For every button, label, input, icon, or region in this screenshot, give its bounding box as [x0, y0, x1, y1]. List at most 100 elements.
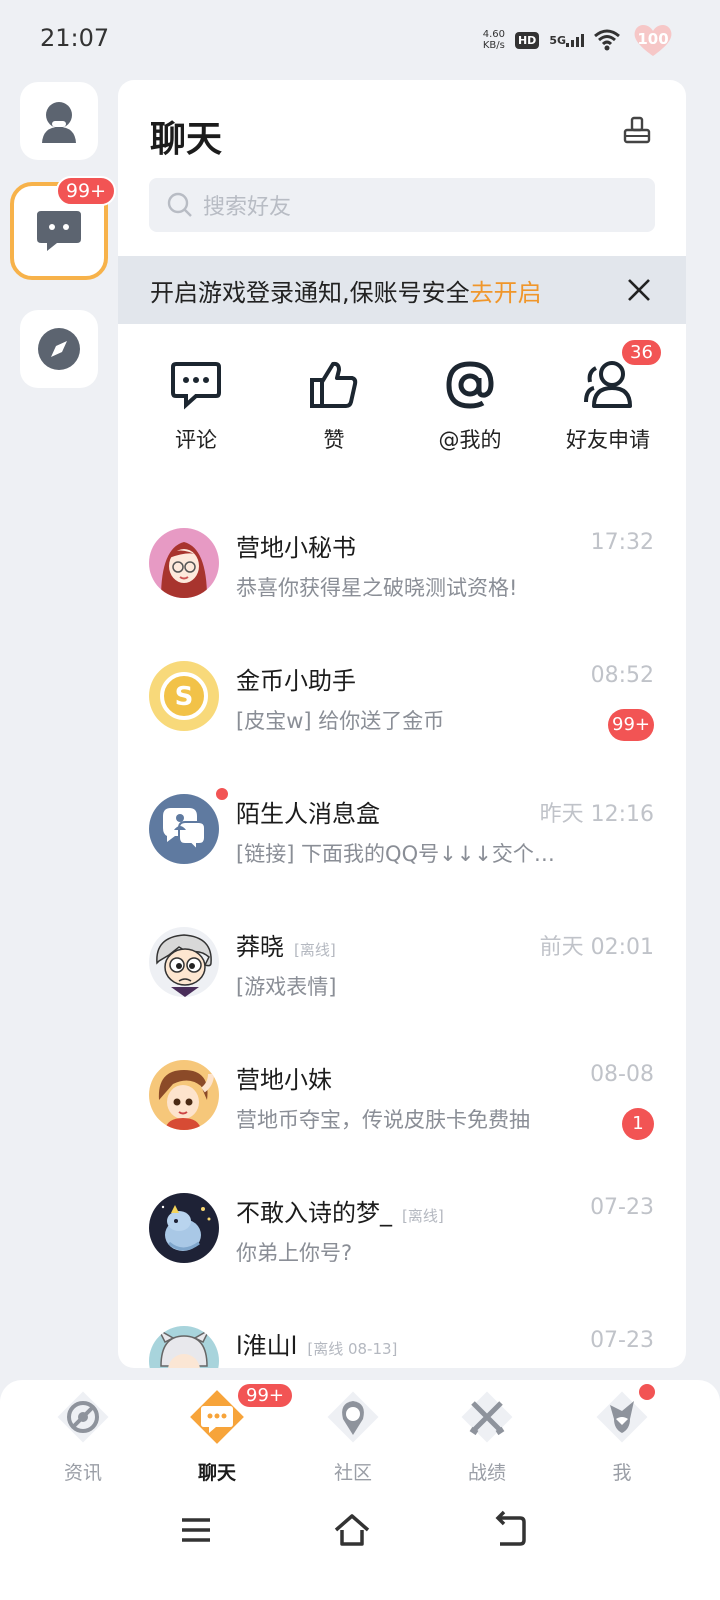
chat-list-item[interactable]: l淮山l [离线 08-13] 07-23	[118, 1308, 686, 1368]
search-input[interactable]: 搜索好友	[149, 178, 655, 232]
nav-me-dot	[639, 1384, 655, 1400]
nav-label: 聊天	[197, 1462, 236, 1484]
status-time: 21:07	[40, 24, 110, 52]
chat-name-text: l淮山l	[236, 1332, 298, 1360]
menu-icon[interactable]	[176, 1510, 216, 1550]
search-icon	[167, 192, 192, 217]
chat-name: 营地小秘书	[236, 534, 356, 562]
back-icon[interactable]	[490, 1510, 530, 1550]
status-bar: 21:07 4.60 KB/s HD 5G 100	[0, 0, 720, 78]
quick-action-label: @我的	[438, 428, 502, 452]
system-nav-bar	[0, 1500, 720, 1560]
chat-name-text: 莽晓	[236, 933, 284, 961]
rail-profile-button[interactable]	[20, 82, 98, 160]
hd-icon: HD	[514, 31, 540, 49]
close-icon[interactable]	[626, 277, 652, 303]
avatar	[149, 794, 219, 864]
rail-chat-button[interactable]: 99+	[10, 176, 116, 280]
nav-label: 资讯	[63, 1462, 102, 1484]
chat-name: 金币小助手	[236, 667, 356, 695]
chat-list-item[interactable]: 营地小秘书 17:32 恭喜你获得星之破晓测试资格!	[118, 510, 686, 643]
quick-action-mentions[interactable]: @我的	[410, 360, 530, 454]
net-speed-unit: KB/s	[482, 40, 505, 51]
chat-panel: 聊天 搜索好友 开启游戏登录通知,保账号安全 去开启 评论 赞 @我的 好友申请…	[118, 80, 686, 1368]
unread-dot	[214, 786, 230, 802]
rail-discover-button[interactable]	[20, 310, 98, 388]
chat-time: 07-23	[590, 1195, 654, 1220]
nav-label: 战绩	[467, 1462, 506, 1484]
quick-action-label: 赞	[323, 428, 345, 452]
page-title: 聊天	[150, 119, 223, 160]
avatar	[149, 1326, 219, 1368]
svg-text:S: S	[175, 682, 194, 712]
unread-badge: 1	[622, 1108, 654, 1140]
chat-time: 07-23	[590, 1328, 654, 1353]
clear-unread-icon[interactable]	[622, 116, 652, 146]
home-icon[interactable]	[332, 1510, 372, 1550]
chat-name-text: 不敢入诗的梦_	[236, 1199, 392, 1227]
avatar	[149, 1193, 219, 1263]
chat-bubble-icon	[37, 211, 81, 251]
signal-icon: 5G	[549, 33, 584, 47]
chat-preview: [皮宝w] 给你送了金币	[236, 709, 445, 733]
quick-actions: 评论 赞 @我的 好友申请 36	[118, 338, 686, 460]
unread-badge: 99+	[608, 709, 654, 741]
offline-tag: [离线]	[294, 941, 336, 959]
chat-name: 营地小妹	[236, 1066, 332, 1094]
comment-icon	[171, 362, 221, 410]
search-placeholder: 搜索好友	[203, 195, 292, 220]
offline-tag: [离线]	[402, 1207, 444, 1225]
bottom-nav: 资讯 聊天 99+ 社区 战绩 我	[0, 1380, 720, 1600]
offline-tag: [离线 08-13]	[307, 1340, 398, 1358]
quick-action-likes[interactable]: 赞	[274, 360, 394, 454]
chat-time: 前天 02:01	[539, 935, 654, 960]
nav-tab-community[interactable]: 社区	[298, 1380, 408, 1485]
battle-record-icon	[456, 1386, 518, 1448]
at-icon	[446, 361, 494, 409]
chat-time: 08-08	[590, 1062, 654, 1087]
user-silhouette-icon	[42, 102, 76, 143]
rail-chat-badge: 99+	[55, 176, 116, 206]
chat-preview: 你弟上你号?	[236, 1241, 353, 1265]
nav-tab-news[interactable]: 资讯	[28, 1380, 138, 1485]
net-speed: 4.60 KB/s	[483, 29, 505, 51]
chat-list-item[interactable]: 营地小妹 08-08 营地币夺宝，传说皮肤卡免费抽 1	[118, 1042, 686, 1175]
nav-label: 我	[612, 1462, 632, 1484]
battery-icon: 100	[630, 22, 676, 58]
notice-text: 开启游戏登录通知,保账号安全	[150, 278, 470, 307]
chat-preview: 营地币夺宝，传说皮肤卡免费抽	[236, 1108, 530, 1132]
chat-time: 昨天 12:16	[539, 802, 654, 827]
nav-tab-me[interactable]: 我	[567, 1380, 677, 1485]
community-icon	[322, 1386, 384, 1448]
notice-enable-link[interactable]: 去开启	[470, 273, 542, 308]
compass-icon	[38, 328, 80, 370]
thumbs-up-icon	[310, 361, 358, 408]
chat-time: 08:52	[590, 663, 654, 688]
wifi-icon	[594, 29, 620, 51]
avatar	[149, 1060, 219, 1130]
nav-tab-chat[interactable]: 聊天 99+	[162, 1380, 294, 1485]
signal-label: 5G	[549, 33, 566, 47]
chat-preview: [链接] 下面我的QQ号↓↓↓交个…	[236, 842, 555, 866]
quick-action-comments[interactable]: 评论	[136, 360, 256, 454]
avatar	[149, 927, 219, 997]
nav-tab-records[interactable]: 战绩	[432, 1380, 542, 1485]
avatar: S	[149, 661, 219, 731]
net-speed-value: 4.60	[482, 29, 505, 40]
chat-list-item[interactable]: 不敢入诗的梦_ [离线] 07-23 你弟上你号?	[118, 1175, 686, 1308]
chat-list-item[interactable]: 莽晓 [离线] 前天 02:01 [游戏表情]	[118, 909, 686, 1042]
quick-action-label: 评论	[175, 428, 217, 452]
chat-name: l淮山l [离线 08-13]	[236, 1326, 397, 1361]
friend-request-icon	[584, 361, 632, 408]
chat-preview: [游戏表情]	[236, 975, 337, 999]
friend-request-badge: 36	[620, 338, 663, 367]
avatar	[149, 528, 219, 598]
login-notice-banner: 开启游戏登录通知,保账号安全 去开启	[118, 256, 686, 324]
chat-list-item[interactable]: S 金币小助手 08:52 [皮宝w] 给你送了金币 99+	[118, 643, 686, 776]
chat-name: 不敢入诗的梦_ [离线]	[236, 1193, 444, 1228]
chat-list-item[interactable]: 陌生人消息盒 昨天 12:16 [链接] 下面我的QQ号↓↓↓交个…	[118, 776, 686, 909]
status-indicators: 4.60 KB/s HD 5G 100	[483, 22, 676, 58]
nav-chat-badge: 99+	[236, 1382, 294, 1409]
battery-level: 100	[637, 30, 669, 48]
quick-action-friend-requests[interactable]: 好友申请 36	[548, 338, 668, 454]
